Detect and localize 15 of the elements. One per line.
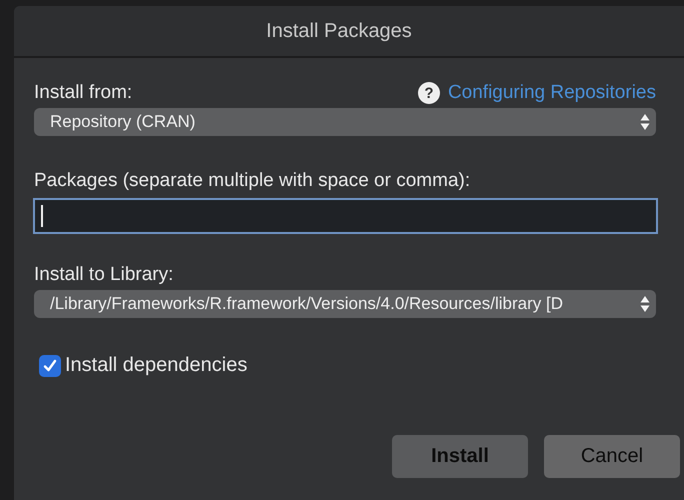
install-dependencies-label: Install dependencies <box>65 354 248 377</box>
install-to-library-label: Install to Library: <box>34 264 174 286</box>
install-button[interactable]: Install <box>392 435 528 478</box>
install-from-label: Install from: <box>34 82 132 104</box>
help-icon[interactable]: ? <box>418 82 440 104</box>
checkbox[interactable] <box>39 354 61 376</box>
checkmark-icon <box>42 358 58 374</box>
window-title: Install Packages <box>266 20 412 42</box>
stepper-arrows-icon <box>640 113 650 131</box>
stepper-arrows-icon <box>640 295 650 313</box>
dropdown[interactable]: /Library/Frameworks/R.framework/Versions/4.0/Resources/library [D <box>34 290 656 318</box>
dropdown[interactable]: Repository (CRAN) <box>34 108 656 136</box>
configuring-repositories-link[interactable]: Configuring Repositories <box>448 82 656 104</box>
cancel-button[interactable]: Cancel <box>544 435 680 478</box>
packages-label: Packages (separate multiple with space or comma): <box>34 170 472 192</box>
